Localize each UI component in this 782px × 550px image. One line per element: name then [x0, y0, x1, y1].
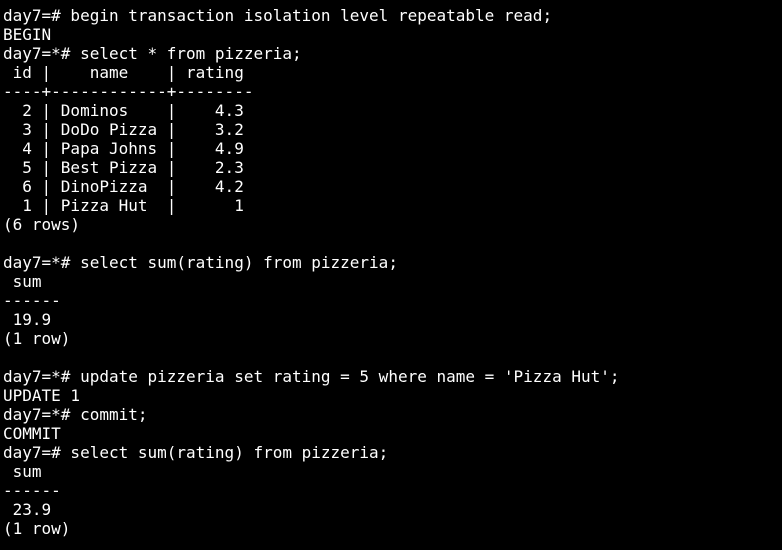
command-select-sum: day7=# select sum(rating) from pizzeria; — [3, 443, 389, 462]
sum-header: sum — [3, 272, 42, 291]
output-commit: COMMIT — [3, 424, 61, 443]
sum-separator: ------ — [3, 481, 61, 500]
row-count: (6 rows) — [3, 215, 81, 234]
output-update: UPDATE 1 — [3, 386, 81, 405]
command-update: day7=*# update pizzeria set rating = 5 w… — [3, 367, 620, 386]
table-row: 5 | Best Pizza | 2.3 — [3, 158, 244, 177]
sum-value: 23.9 — [3, 500, 52, 519]
table-row: 4 | Papa Johns | 4.9 — [3, 139, 244, 158]
table-row: 2 | Dominos | 4.3 — [3, 101, 244, 120]
output-begin: BEGIN — [3, 25, 52, 44]
terminal-window[interactable]: day7=# begin transaction isolation level… — [0, 0, 782, 550]
table-row: 1 | Pizza Hut | 1 — [3, 196, 244, 215]
command-select-sum: day7=*# select sum(rating) from pizzeria… — [3, 253, 398, 272]
command-begin-transaction: day7=# begin transaction isolation level… — [3, 6, 553, 25]
table-row: 6 | DinoPizza | 4.2 — [3, 177, 244, 196]
command-select-pizzeria: day7=*# select * from pizzeria; — [3, 44, 302, 63]
table-separator: ----+------------+-------- — [3, 82, 254, 101]
table-header: id | name | rating — [3, 63, 244, 82]
command-commit: day7=*# commit; — [3, 405, 148, 424]
row-count: (1 row) — [3, 519, 71, 538]
table-row: 3 | DoDo Pizza | 3.2 — [3, 120, 244, 139]
sum-separator: ------ — [3, 291, 61, 310]
sum-value: 19.9 — [3, 310, 52, 329]
row-count: (1 row) — [3, 329, 71, 348]
sum-header: sum — [3, 462, 42, 481]
